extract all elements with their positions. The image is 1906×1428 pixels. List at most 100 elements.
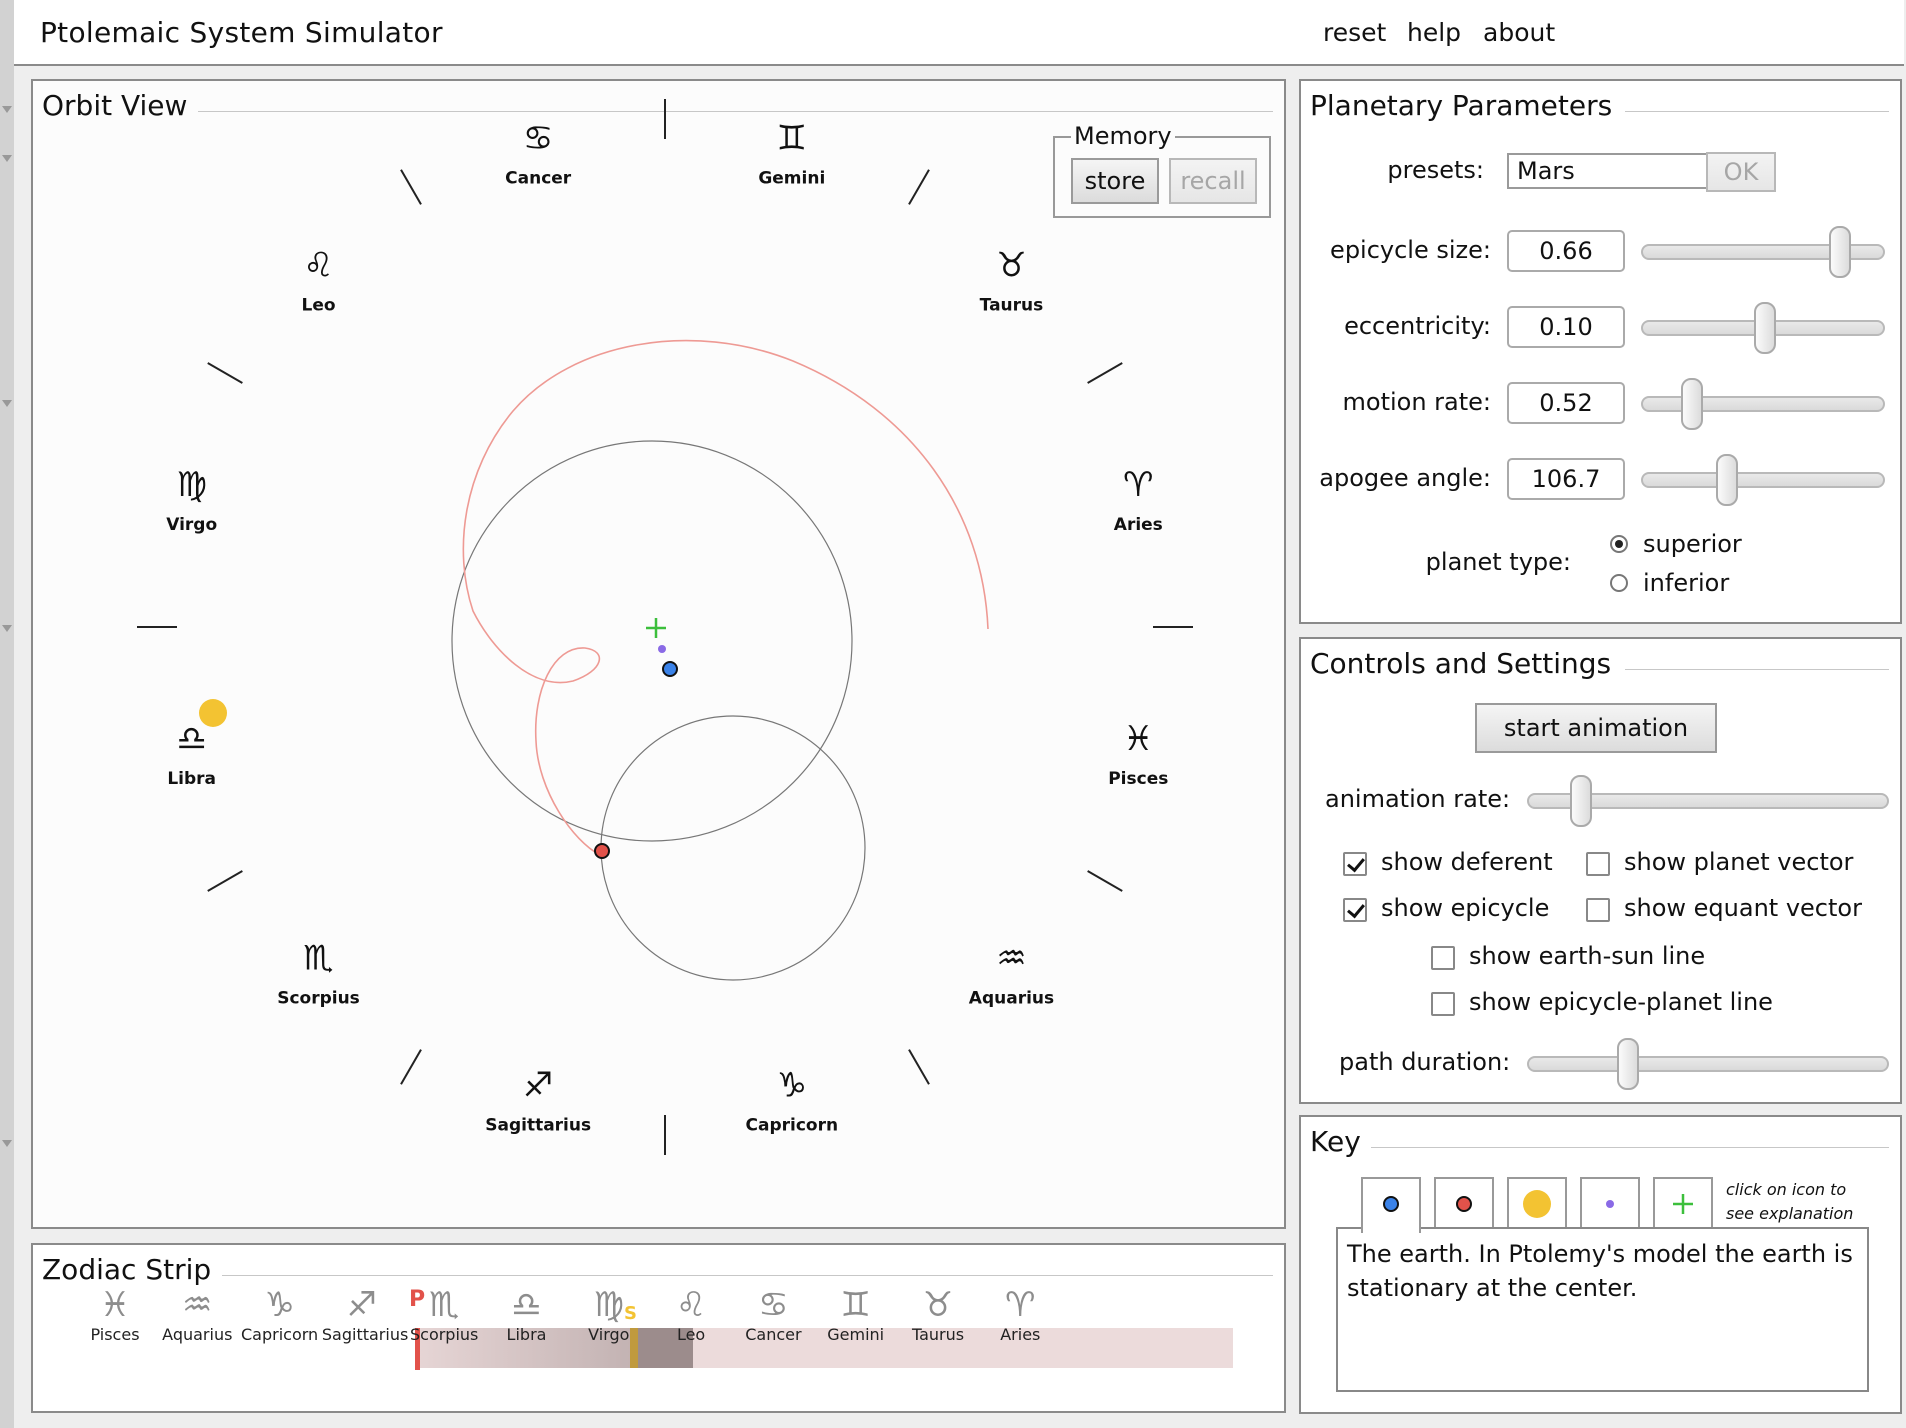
zodiac-sagittarius-label: Sagittarius	[485, 1115, 591, 1135]
top-bar: Ptolemaic System Simulator reset help ab…	[14, 0, 1904, 66]
preset-ok-button[interactable]: OK	[1706, 152, 1776, 192]
zodiac-tick	[400, 1049, 422, 1085]
controls-settings-panel: Controls and Settings start animation an…	[1299, 637, 1902, 1104]
slider-thumb[interactable]	[1680, 378, 1703, 430]
zodiac-tick	[1087, 362, 1123, 384]
zodiac-gemini-glyph-icon: ♊	[777, 119, 807, 159]
key-tab-deferent-center[interactable]	[1653, 1177, 1713, 1229]
key-explanation: The earth. In Ptolemy's model the earth …	[1336, 1227, 1869, 1392]
slider-thumb[interactable]	[1829, 226, 1852, 278]
strip-virgo-label: Virgo	[588, 1325, 630, 1344]
simulator-app: Ptolemaic System Simulator reset help ab…	[14, 0, 1906, 1428]
key-hint: click on icon to see explanation	[1726, 1180, 1854, 1223]
start-animation-button[interactable]: start animation	[1475, 703, 1717, 753]
reset-link[interactable]: reset	[1323, 18, 1386, 47]
key-title: Key	[1310, 1125, 1369, 1158]
zodiac-tick	[1087, 870, 1123, 892]
superior-radio[interactable]	[1610, 535, 1628, 553]
orbit-canvas[interactable]: ♋ Cancer ♊ Gemini ♉ Taurus ♈ Aries ♓ Pisces ♒ Aquar…	[33, 81, 1284, 1227]
planet-icon	[1456, 1196, 1472, 1212]
show-planet-vector-checkbox[interactable]	[1586, 852, 1610, 876]
zodiac-libra-label: Libra	[167, 769, 216, 789]
motion-rate-label: motion rate:	[1342, 388, 1492, 416]
show-equant-vector-label[interactable]: show equant vector	[1624, 894, 1862, 922]
zodiac-tick	[908, 169, 930, 205]
show-earth-sun-line-label[interactable]: show earth-sun line	[1469, 942, 1705, 970]
show-epicycle-label[interactable]: show epicycle	[1381, 894, 1549, 922]
strip-sagittarius-glyph-icon: ♐	[346, 1285, 378, 1325]
about-link[interactable]: about	[1483, 18, 1555, 47]
zodiac-virgo-label: Virgo	[166, 515, 217, 535]
zodiac-libra-glyph-icon: ♎	[176, 719, 206, 759]
motion-rate-slider[interactable]	[1641, 378, 1885, 430]
edge-arrow-icon	[2, 400, 12, 407]
planet-type-label: planet type:	[1425, 548, 1571, 576]
epicycle-size-slider[interactable]	[1641, 226, 1885, 278]
zodiac-cancer-label: Cancer	[505, 169, 572, 189]
apogee-angle-field[interactable]: 106.7	[1507, 458, 1625, 500]
show-earth-sun-line-checkbox[interactable]	[1431, 946, 1455, 970]
slider-thumb[interactable]	[1617, 1038, 1640, 1090]
key-tab-earth[interactable]	[1361, 1177, 1421, 1233]
planetary-parameters-title: Planetary Parameters	[1310, 89, 1621, 122]
eccentricity-field[interactable]: 0.10	[1507, 306, 1625, 348]
superior-label[interactable]: superior	[1643, 530, 1742, 558]
zodiac-capricorn-glyph-icon: ♑	[777, 1065, 807, 1105]
key-panel: Key click on icon to see explanation The…	[1299, 1115, 1902, 1414]
apogee-angle-label: apogee angle:	[1319, 464, 1491, 492]
planet-dot[interactable]	[594, 843, 610, 859]
presets-label: presets:	[1387, 156, 1484, 184]
animation-rate-label: animation rate:	[1325, 785, 1511, 813]
memory-legend: Memory	[1071, 122, 1175, 150]
show-deferent-checkbox[interactable]	[1343, 852, 1367, 876]
strip-leo-label: Leo	[676, 1325, 706, 1344]
show-epicycle-planet-line-label[interactable]: show epicycle-planet line	[1469, 988, 1773, 1016]
zodiac-aquarius-label: Aquarius	[969, 988, 1054, 1008]
help-link[interactable]: help	[1407, 18, 1461, 47]
strip-gemini-glyph-icon: ♊	[840, 1285, 871, 1325]
earth-dot[interactable]	[662, 661, 678, 677]
show-epicycle-planet-line-checkbox[interactable]	[1431, 992, 1455, 1016]
recall-button[interactable]: recall	[1169, 158, 1257, 204]
store-button[interactable]: store	[1071, 158, 1159, 204]
edge-arrow-icon	[2, 106, 12, 113]
title-rule	[1625, 669, 1889, 670]
zodiac-gemini-label: Gemini	[758, 169, 825, 189]
zodiac-tick	[207, 870, 243, 892]
apogee-angle-slider[interactable]	[1641, 454, 1885, 506]
zodiac-taurus-glyph-icon: ♉	[996, 246, 1026, 286]
zodiac-scorpius-label: Scorpius	[277, 988, 360, 1008]
orbit-view-title: Orbit View	[42, 89, 196, 122]
show-equant-vector-checkbox[interactable]	[1586, 898, 1610, 922]
eccentricity-label: eccentricity:	[1344, 312, 1491, 340]
planet-path	[462, 339, 989, 856]
epicycle-size-field[interactable]: 0.66	[1507, 230, 1625, 272]
show-deferent-label[interactable]: show deferent	[1381, 848, 1553, 876]
key-tab-sun[interactable]	[1507, 1177, 1567, 1229]
epicycle-size-label: epicycle size:	[1330, 236, 1491, 264]
sun-dot[interactable]	[199, 699, 227, 727]
inferior-label[interactable]: inferior	[1643, 569, 1729, 597]
slider-thumb[interactable]	[1754, 302, 1776, 354]
slider-thumb[interactable]	[1569, 775, 1592, 827]
show-planet-vector-label[interactable]: show planet vector	[1624, 848, 1853, 876]
slider-thumb[interactable]	[1716, 454, 1739, 506]
strip-scorpius-label: Scorpius	[409, 1325, 479, 1344]
strip-taurus-glyph-icon: ♉	[922, 1285, 954, 1325]
motion-rate-field[interactable]: 0.52	[1507, 382, 1625, 424]
key-tab-planet[interactable]	[1434, 1177, 1494, 1229]
show-epicycle-checkbox[interactable]	[1343, 898, 1367, 922]
orbit-view-panel: Orbit View ♋ Cancer ♊ Gemini ♉ Taurus ♈ Aries ♓ P…	[31, 79, 1286, 1229]
zodiac-virgo-glyph-icon: ♍	[176, 465, 206, 505]
zodiac-taurus-label: Taurus	[980, 296, 1044, 316]
inferior-radio[interactable]	[1610, 574, 1628, 592]
title-rule	[1371, 1147, 1889, 1148]
zodiac-strip-title: Zodiac Strip	[42, 1253, 220, 1286]
zodiac-aries-label: Aries	[1114, 515, 1163, 535]
strip-libra-label: Libra	[506, 1325, 547, 1344]
eccentricity-slider[interactable]	[1641, 302, 1885, 354]
animation-rate-slider[interactable]	[1527, 775, 1889, 827]
path-duration-slider[interactable]	[1527, 1038, 1889, 1090]
title-rule	[1625, 111, 1889, 112]
key-tab-equant[interactable]	[1580, 1177, 1640, 1229]
